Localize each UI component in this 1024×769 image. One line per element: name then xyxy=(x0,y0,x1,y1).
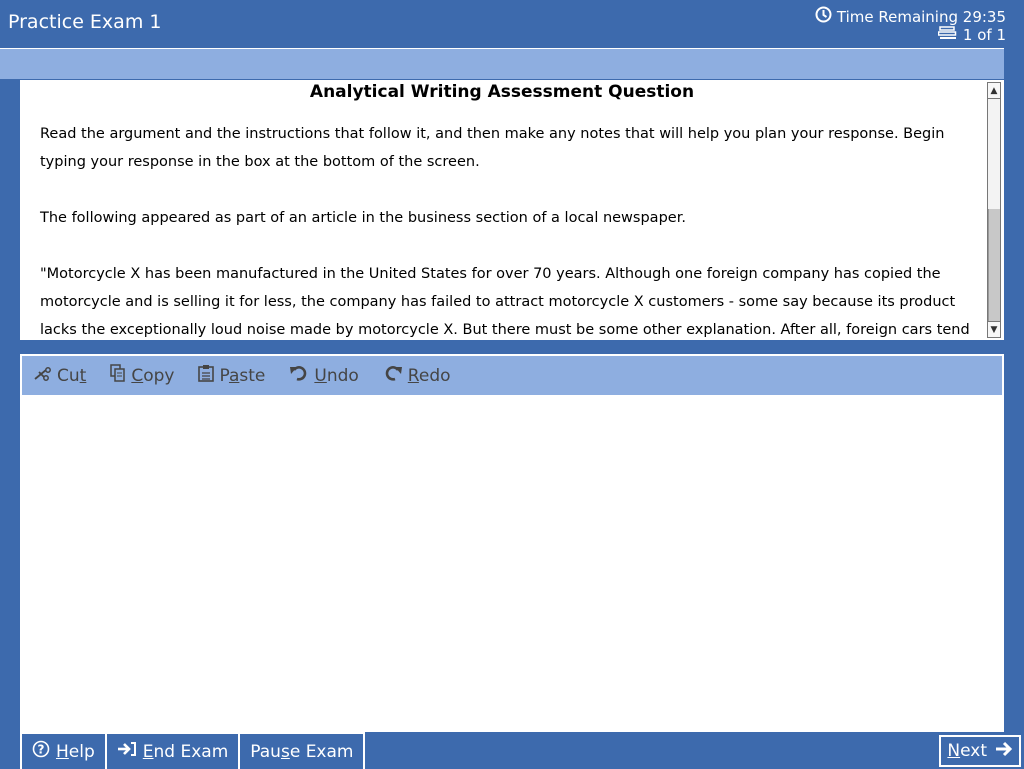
paste-label-b: ste xyxy=(239,365,266,386)
end-exam-accesskey: E xyxy=(142,741,154,762)
question-body: Read the argument and the instructions t… xyxy=(40,120,970,340)
undo-accesskey: U xyxy=(314,365,327,386)
cut-accesskey: t xyxy=(79,365,87,386)
scroll-down-button[interactable]: ▼ xyxy=(988,321,1000,337)
question-panel: Analytical Writing Assessment Question R… xyxy=(20,80,1004,340)
clipboard-icon xyxy=(198,364,215,387)
redo-label: edo xyxy=(418,365,451,386)
question-counter[interactable]: 1 of 1 xyxy=(937,26,1006,44)
copy-icon xyxy=(110,364,126,387)
response-editor: Cut Copy Paste Undo Redo xyxy=(20,354,1004,732)
redo-icon xyxy=(383,365,403,386)
footer-bar: ? Help End Exam Pause Exam Next xyxy=(20,732,1024,769)
editor-toolbar: Cut Copy Paste Undo Redo xyxy=(22,356,1002,395)
paste-button[interactable]: Paste xyxy=(198,364,265,387)
scissors-icon xyxy=(34,366,52,386)
copy-label: opy xyxy=(143,365,175,386)
question-list-icon xyxy=(937,26,958,44)
title-bar: Practice Exam 1 Time Remaining 29:35 1 o… xyxy=(0,0,1024,46)
redo-accesskey: R xyxy=(407,365,419,386)
next-button[interactable]: Next xyxy=(939,735,1021,767)
undo-icon xyxy=(289,365,309,386)
pause-label-a: Pau xyxy=(250,741,281,762)
copy-button[interactable]: Copy xyxy=(110,364,174,387)
paste-accesskey: a xyxy=(228,365,240,386)
source-paragraph: The following appeared as part of an art… xyxy=(40,210,686,226)
sub-toolbar xyxy=(0,48,1004,79)
pause-exam-button[interactable]: Pause Exam xyxy=(238,732,366,769)
exam-title: Practice Exam 1 xyxy=(8,11,162,33)
pause-accesskey: s xyxy=(280,741,290,762)
pause-label-b: e Exam xyxy=(289,741,354,762)
time-remaining: Time Remaining 29:35 xyxy=(815,6,1006,27)
cut-label: Cu xyxy=(57,365,80,386)
paste-label-a: P xyxy=(219,365,229,386)
question-counter-text: 1 of 1 xyxy=(962,26,1006,44)
undo-label: ndo xyxy=(326,365,359,386)
triangle-down-icon: ▼ xyxy=(990,325,998,335)
help-accesskey: H xyxy=(56,741,69,762)
next-accesskey: N xyxy=(947,741,961,761)
triangle-up-icon: ▲ xyxy=(990,86,998,96)
instructions-paragraph: Read the argument and the instructions t… xyxy=(40,126,945,170)
cut-button[interactable]: Cut xyxy=(34,366,86,386)
argument-paragraph: "Motorcycle X has been manufactured in t… xyxy=(40,266,970,338)
exit-icon xyxy=(117,741,137,762)
end-exam-button[interactable]: End Exam xyxy=(104,732,239,769)
help-label: elp xyxy=(68,741,95,762)
scroll-thumb[interactable] xyxy=(988,209,1000,321)
response-textarea[interactable] xyxy=(22,395,1002,730)
left-margin xyxy=(0,80,20,769)
question-heading: Analytical Writing Assessment Question xyxy=(309,82,695,102)
svg-text:?: ? xyxy=(38,743,45,757)
question-scrollbar[interactable]: ▲ ▼ xyxy=(987,82,1001,338)
next-label: ext xyxy=(960,741,987,761)
arrow-right-icon xyxy=(995,741,1013,762)
time-remaining-text: Time Remaining 29:35 xyxy=(836,7,1006,26)
help-circle-icon: ? xyxy=(32,740,50,763)
clock-icon xyxy=(815,6,832,27)
scroll-up-button[interactable]: ▲ xyxy=(988,83,1000,99)
undo-button[interactable]: Undo xyxy=(289,365,359,386)
help-button[interactable]: ? Help xyxy=(20,732,105,769)
redo-button[interactable]: Redo xyxy=(383,365,451,386)
copy-accesskey: C xyxy=(131,365,144,386)
end-exam-label: nd Exam xyxy=(153,741,229,762)
